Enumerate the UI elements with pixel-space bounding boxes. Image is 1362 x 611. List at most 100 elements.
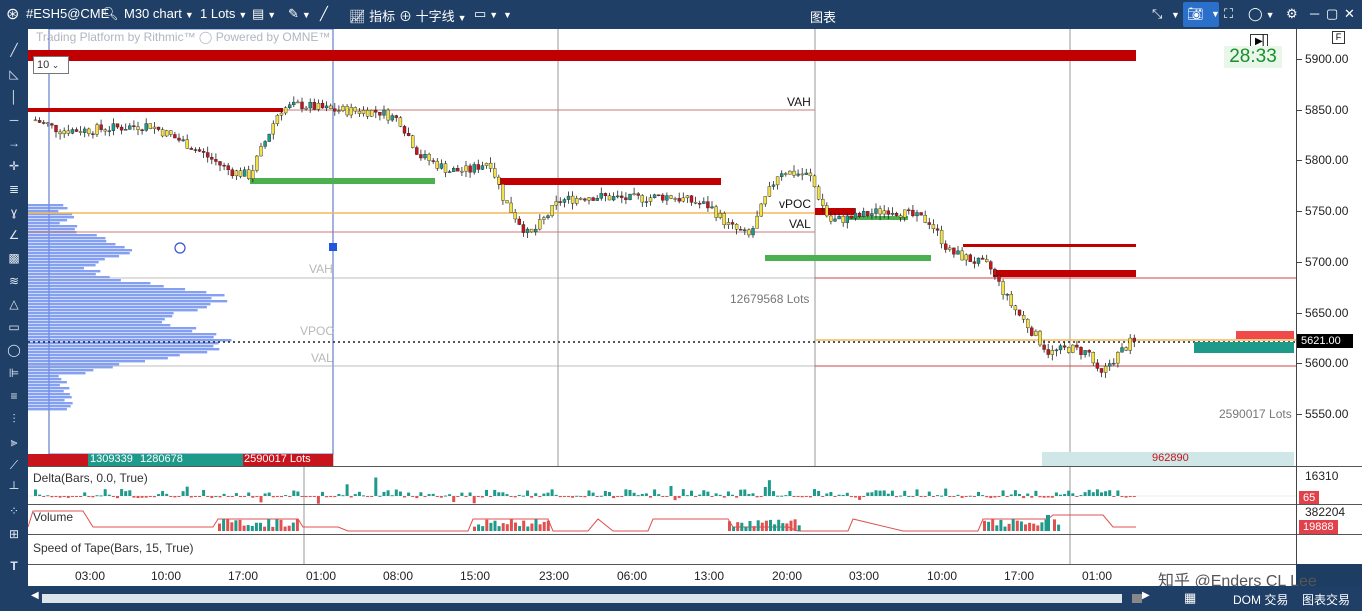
price-chart-panel[interactable]: Trading Platform by Rithmic™ ◯ Powered b… [28, 29, 1296, 466]
bars-tool-icon[interactable]: ⫸ [5, 433, 23, 451]
candle-body [715, 207, 718, 218]
volume-bar [777, 520, 780, 531]
price-axis[interactable]: F 5900.00 5850.00 5800.00 5750.00 5700.00 565… [1296, 29, 1362, 564]
trendline-icon[interactable]: ╱ [320, 6, 328, 22]
indicators-button[interactable]: 📈︎ 指标 [349, 6, 395, 25]
candle-body [366, 110, 369, 116]
histogram-tool-icon[interactable]: ┴ [5, 479, 23, 497]
trend-tool-icon[interactable]: ⟋ [5, 456, 23, 474]
delta-bar [588, 490, 591, 496]
profile-bar [28, 408, 67, 410]
volume-bar [991, 519, 994, 531]
scroll-thumb[interactable] [1132, 594, 1142, 603]
draw-pencil-icon[interactable]: ✎ ▼ [288, 6, 311, 22]
scroll-left-icon[interactable]: ◀ [31, 590, 39, 601]
horizontal-line-icon[interactable]: ─ [5, 111, 23, 129]
symbol-selector[interactable]: #ESH5@CME [26, 6, 109, 21]
profile-bar [28, 219, 67, 221]
price-axis-label: 5850.00 [1305, 103, 1348, 117]
chart-trade-button[interactable]: 图表交易 [1302, 591, 1350, 608]
candle-body [317, 103, 320, 109]
fullscreen-icon[interactable]: ⛶ [1224, 6, 1233, 22]
delta-bar [173, 496, 176, 497]
camera-button[interactable]: 📷︎ ▼ [1183, 2, 1219, 27]
dots-tool-icon[interactable]: ⁘ [5, 502, 23, 520]
more-dropdown[interactable]: ▼ [500, 6, 512, 21]
dom-trade-button[interactable]: DOM 交易 [1233, 591, 1288, 608]
profile-bar [28, 267, 84, 269]
fib-tool-icon[interactable]: ▩ [5, 249, 23, 267]
collapse-caret[interactable]: ▼ [1168, 6, 1180, 21]
grid-tool-icon[interactable]: ⊞ [5, 525, 23, 543]
volume-bar [983, 521, 986, 531]
crosshair-button[interactable]: ⊕ 十字线 ▼ [399, 6, 467, 25]
candle-body [862, 211, 865, 216]
dom-ask-bar [1236, 331, 1294, 339]
candle-body [153, 127, 156, 129]
horizontal-scrollbar[interactable] [42, 594, 1122, 603]
delta-bar [891, 491, 894, 496]
close-icon[interactable]: ✕ [1344, 6, 1355, 22]
line-tool-icon[interactable]: ╱ [5, 41, 23, 59]
candle-body [284, 108, 287, 113]
speed-panel[interactable]: Speed of Tape(Bars, 15, True) [28, 534, 1296, 564]
volume-bar [230, 522, 233, 531]
candle-body [600, 193, 603, 198]
cross-tool-icon[interactable]: ✛ [5, 157, 23, 175]
profile-bar [28, 255, 119, 257]
settings-gear-icon[interactable]: ⚙ [1286, 6, 1298, 22]
candle-body [670, 196, 673, 199]
calendar-icon[interactable]: ▦ [1184, 590, 1196, 606]
delta-bar [883, 490, 886, 496]
chart-type-dropdown[interactable]: M30 chart ▼ [124, 6, 194, 21]
price-axis-tick [1297, 160, 1302, 161]
pattern-tool-icon[interactable]: ≋ [5, 272, 23, 290]
delta-bar [596, 496, 599, 497]
scroll-right-icon[interactable]: ▶ [1142, 590, 1150, 601]
angle-tool-icon[interactable]: ∠ [5, 226, 23, 244]
ellipse-tool-icon[interactable]: ◯ [5, 341, 23, 359]
f-button[interactable]: F [1332, 31, 1345, 44]
maximize-icon[interactable]: ▢ [1326, 6, 1338, 22]
delta-bar [514, 496, 517, 497]
candle-body [419, 154, 422, 157]
text-tool-icon[interactable]: T [5, 557, 23, 575]
circle-icon[interactable]: ◯ ▼ [1248, 6, 1274, 22]
levels-tool-icon[interactable]: ⫶ [5, 410, 23, 428]
arrow-tool-icon[interactable]: → [5, 134, 23, 152]
delta-bar [534, 493, 537, 496]
delta-panel[interactable]: Delta(Bars, 0.0, True) [28, 466, 1296, 504]
delta-bar [657, 494, 660, 496]
vertical-line-icon[interactable]: │ [5, 88, 23, 106]
minimize-icon[interactable]: ─ [1310, 6, 1319, 21]
volume-bar [218, 524, 221, 531]
triangle-tool-icon[interactable]: △ [5, 295, 23, 313]
profile-tool-icon[interactable]: ≡ [5, 387, 23, 405]
delta-bar [63, 496, 66, 497]
template-icon[interactable]: ▤ ▼ [252, 6, 276, 22]
collapse-icon[interactable]: ⤡ [1152, 6, 1162, 22]
lots-dropdown[interactable]: 1 Lots ▼ [200, 6, 247, 21]
delta-bar [428, 494, 431, 496]
candle-body [534, 229, 537, 232]
volume-profile-tool-icon[interactable]: ⊫ [5, 364, 23, 382]
volume-panel[interactable]: Volume [28, 504, 1296, 534]
volume-bar [1008, 524, 1011, 531]
candle-body [383, 110, 386, 115]
channel-tool-icon[interactable]: ≣ [5, 180, 23, 198]
delta-bar [1116, 490, 1119, 496]
candle-body [784, 174, 787, 175]
time-axis[interactable]: 03:00 10:00 17:00 01:00 08:00 15:00 23:00 06:00… [28, 564, 1296, 586]
candle-body [157, 127, 160, 130]
candle-body [665, 196, 668, 201]
layout-dropdown[interactable]: ▭ ▼ [474, 6, 498, 22]
ray-tool-icon[interactable]: ◺ [5, 65, 23, 83]
search-icon[interactable]: 🔍︎ [102, 6, 119, 22]
interval-selector[interactable]: 10 ⌄ [33, 56, 69, 74]
app-logo-icon: ⊛ [6, 4, 19, 24]
curve-tool-icon[interactable]: ɣ [5, 203, 23, 221]
candle-body [391, 116, 394, 121]
delta-bar [1104, 491, 1107, 496]
rectangle-tool-icon[interactable]: ▭ [5, 318, 23, 336]
delta-bar [157, 494, 160, 496]
